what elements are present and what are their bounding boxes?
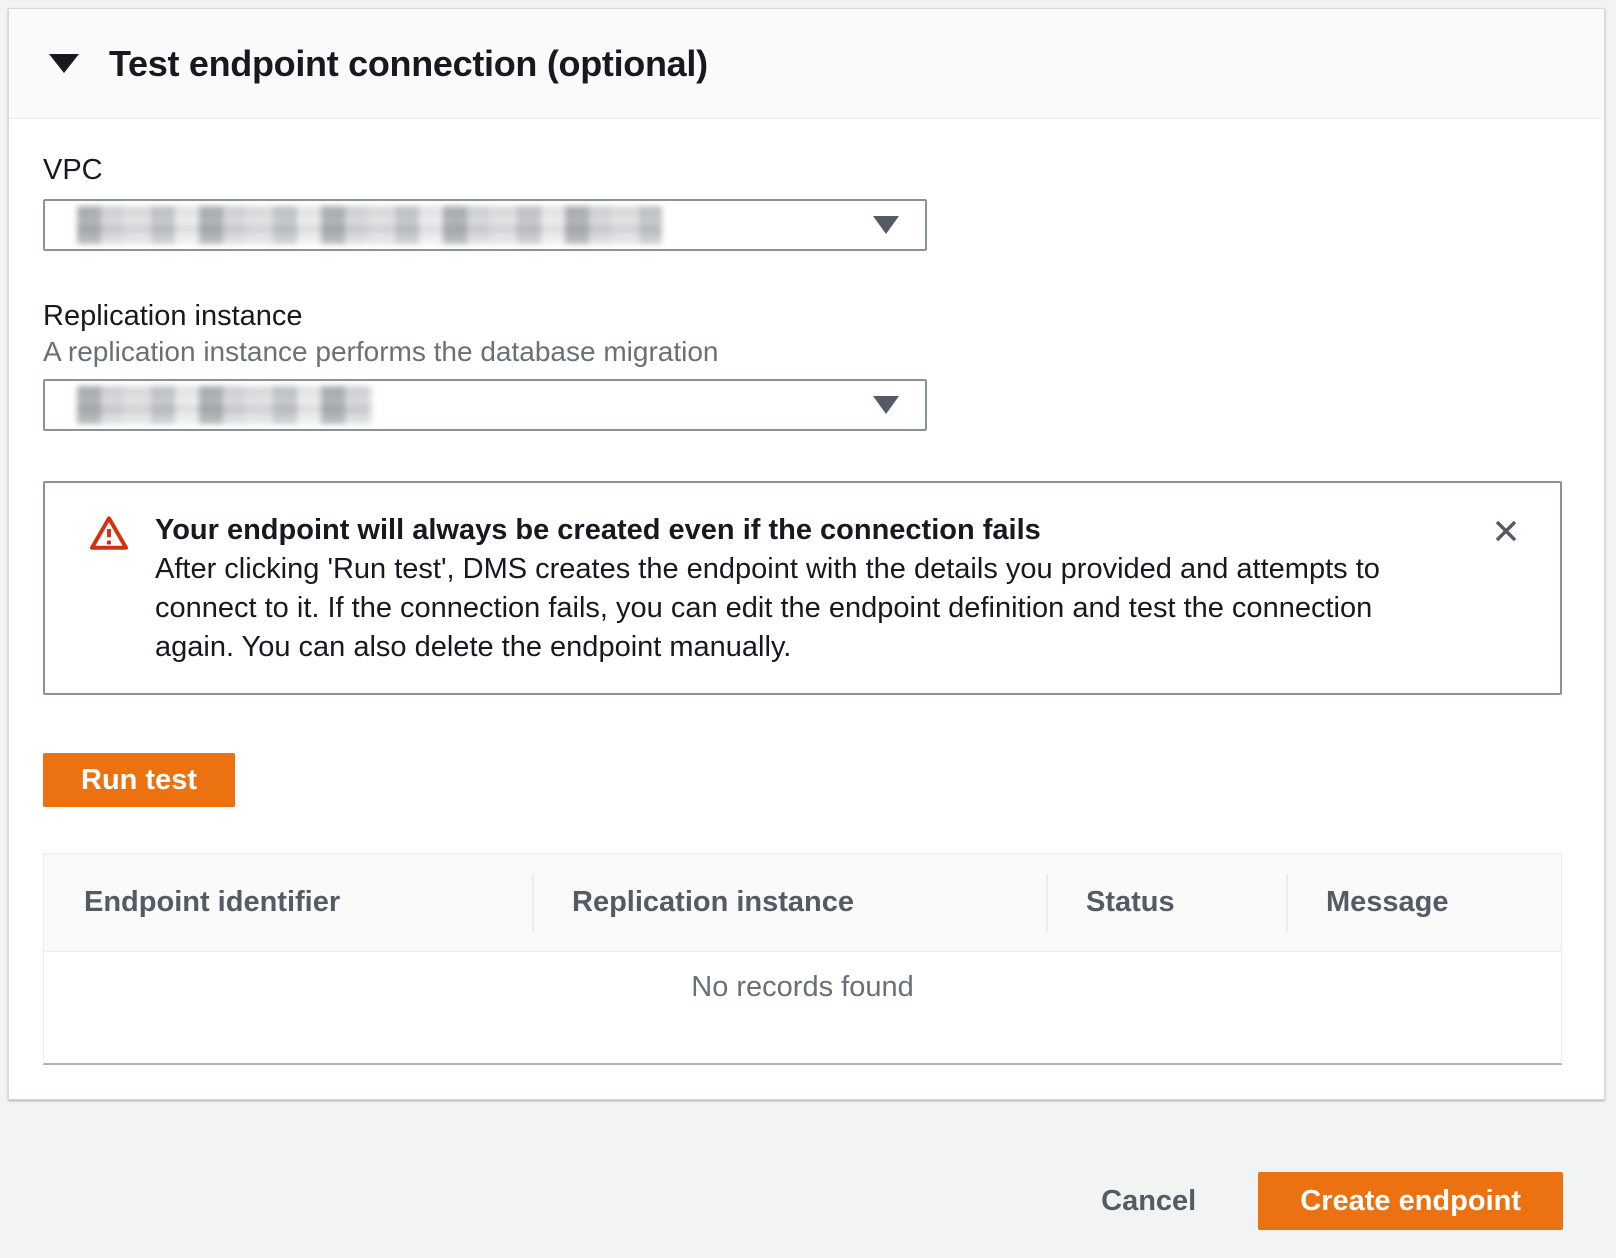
empty-table-message: No records found bbox=[44, 952, 1561, 1063]
close-icon bbox=[1490, 515, 1522, 547]
section-header-toggle[interactable]: Test endpoint connection (optional) bbox=[9, 9, 1604, 119]
caret-down-icon bbox=[873, 216, 899, 234]
section-body: VPC Replication instance A replication i… bbox=[9, 119, 1604, 1065]
column-divider bbox=[1046, 874, 1048, 932]
vpc-field: VPC bbox=[43, 153, 1562, 251]
column-header-label: Status bbox=[1086, 886, 1175, 919]
test-endpoint-panel: Test endpoint connection (optional) VPC … bbox=[8, 8, 1605, 1100]
column-header-label: Endpoint identifier bbox=[84, 886, 340, 919]
replication-instance-description: A replication instance performs the data… bbox=[43, 335, 1562, 369]
column-header-status: Status bbox=[1046, 854, 1286, 951]
replication-instance-select[interactable] bbox=[43, 379, 927, 431]
redacted-value bbox=[77, 206, 662, 244]
table-header-row: Endpoint identifier Replication instance… bbox=[44, 854, 1561, 952]
column-header-replication-instance: Replication instance bbox=[532, 854, 1046, 951]
column-header-label: Message bbox=[1326, 886, 1449, 919]
warning-body: After clicking 'Run test', DMS creates t… bbox=[155, 550, 1450, 667]
triangle-down-icon bbox=[49, 54, 79, 73]
run-test-button[interactable]: Run test bbox=[43, 753, 235, 807]
connection-results-table: Endpoint identifier Replication instance… bbox=[43, 853, 1562, 1065]
warning-icon bbox=[89, 515, 129, 556]
section-title: Test endpoint connection (optional) bbox=[109, 43, 708, 85]
page-footer: Cancel Create endpoint bbox=[0, 1100, 1616, 1258]
column-header-message: Message bbox=[1286, 854, 1561, 951]
column-divider bbox=[1286, 874, 1288, 932]
warning-alert: Your endpoint will always be created eve… bbox=[43, 481, 1562, 695]
footer-actions: Cancel Create endpoint bbox=[1071, 1172, 1563, 1230]
column-header-endpoint-identifier: Endpoint identifier bbox=[44, 854, 532, 951]
dismiss-warning-button[interactable] bbox=[1486, 511, 1526, 551]
replication-instance-field: Replication instance A replication insta… bbox=[43, 299, 1562, 431]
caret-down-icon bbox=[873, 396, 899, 414]
column-divider bbox=[532, 874, 534, 932]
vpc-label: VPC bbox=[43, 153, 1562, 187]
vpc-select[interactable] bbox=[43, 199, 927, 251]
warning-title: Your endpoint will always be created eve… bbox=[155, 511, 1450, 550]
create-endpoint-button[interactable]: Create endpoint bbox=[1258, 1172, 1563, 1230]
warning-content: Your endpoint will always be created eve… bbox=[155, 511, 1450, 667]
cancel-button[interactable]: Cancel bbox=[1071, 1172, 1226, 1230]
replication-instance-label: Replication instance bbox=[43, 299, 1562, 333]
redacted-value bbox=[77, 386, 372, 424]
column-header-label: Replication instance bbox=[572, 886, 854, 919]
